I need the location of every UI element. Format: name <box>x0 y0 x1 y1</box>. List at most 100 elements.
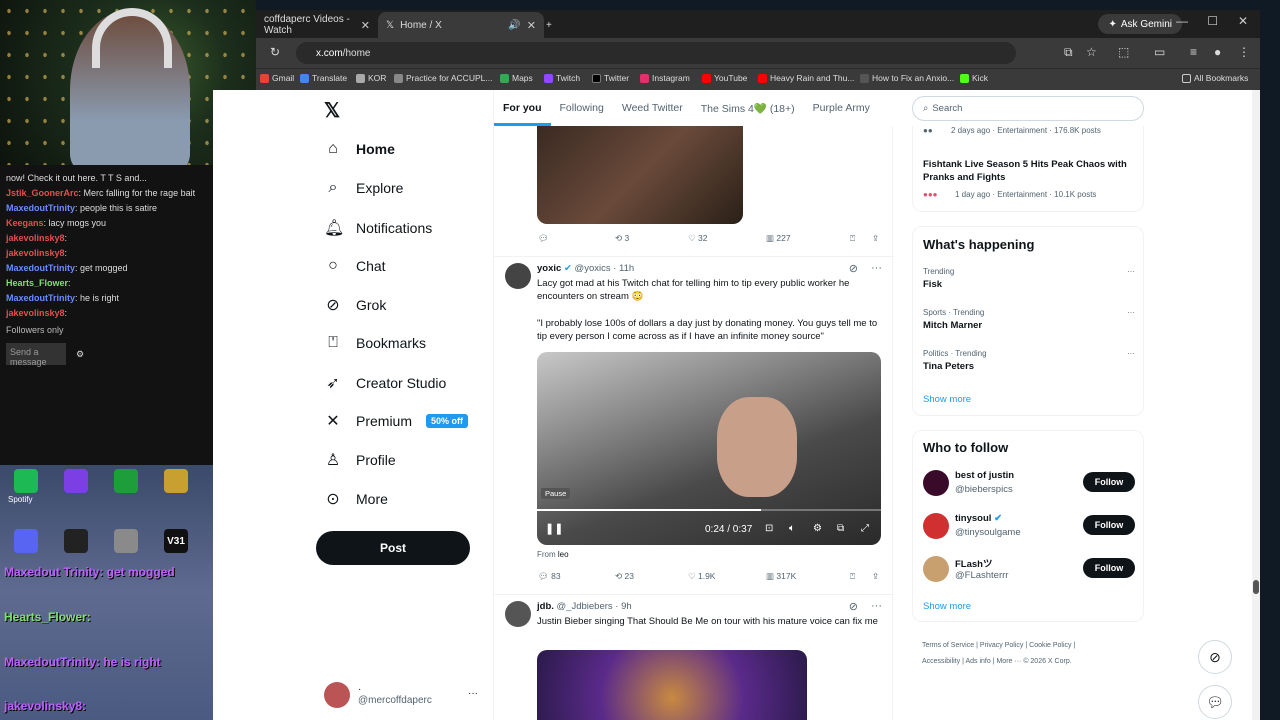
x-logo-icon[interactable]: 𝕏 <box>324 98 340 123</box>
messages-float-button[interactable]: 💬︎ <box>1198 685 1232 719</box>
tab-weed-twitter[interactable]: Weed Twitter <box>613 90 692 126</box>
fullscreen-icon[interactable]: ⤢ <box>861 523 869 534</box>
close-icon[interactable]: ✕ <box>527 19 536 32</box>
minimize-icon[interactable]: — <box>1176 14 1188 28</box>
footer-link[interactable]: Privacy Policy <box>980 642 1024 649</box>
more-dots-icon[interactable]: ··· <box>1127 267 1135 276</box>
follow-suggestion[interactable]: FLashツ @FLashterrr Follow <box>923 554 1135 584</box>
potential-bid-icon[interactable] <box>114 469 138 493</box>
tab-home-x[interactable]: 𝕏 Home / X 🔊 ✕ <box>378 12 544 38</box>
bookmark-icon[interactable]: ⍞ <box>850 571 855 582</box>
bookmark-instagram[interactable]: Instagram <box>640 73 690 83</box>
nav-premium[interactable]: ✕ Premium 50% off <box>324 411 469 431</box>
url-input[interactable]: x.com/home <box>296 42 1016 64</box>
all-bookmarks[interactable]: All Bookmarks <box>1182 73 1248 83</box>
spotify-icon[interactable] <box>14 469 38 493</box>
footer-link[interactable]: More ··· <box>996 658 1021 665</box>
reload-icon[interactable]: ↻ <box>270 45 280 59</box>
menu-icon[interactable]: ⋮ <box>1238 45 1250 59</box>
new-tab-button[interactable]: + <box>538 12 558 38</box>
pip-icon[interactable]: ⧉ <box>837 523 844 534</box>
from-user-link[interactable]: leo <box>558 550 569 559</box>
tweet-author-name[interactable]: yoxic <box>537 263 561 274</box>
views-count[interactable]: ▥ 227 <box>766 233 791 244</box>
tab-the-sims[interactable]: The Sims 4💚 (18+) <box>692 90 804 126</box>
more-dots-icon[interactable]: ··· <box>468 688 478 699</box>
bookmark-heavy-rain[interactable]: Heavy Rain and Thu... <box>758 73 854 83</box>
bookmark-translate[interactable]: Translate <box>300 73 347 83</box>
follow-button[interactable]: Follow <box>1083 472 1135 492</box>
star-icon[interactable]: ☆ <box>1086 45 1097 59</box>
share-icon[interactable]: ⇪ <box>872 571 879 582</box>
more-dots-icon[interactable]: ··· <box>1127 308 1135 317</box>
footer-link[interactable]: Accessibility <box>922 658 960 665</box>
grok-icon[interactable]: ⊘ <box>849 600 858 613</box>
tweet-author-handle[interactable]: @_Jdbiebers · 9h <box>557 601 632 612</box>
grok-float-button[interactable]: ⊘ <box>1198 640 1232 674</box>
openoffice-icon[interactable] <box>164 469 188 493</box>
nav-grok[interactable]: ⊘ Grok <box>324 295 386 315</box>
reaper-icon[interactable] <box>114 529 138 553</box>
sidebar-icon[interactable]: ▭ <box>1154 45 1165 59</box>
settings-icon[interactable]: ⚙ <box>813 523 822 534</box>
nav-explore[interactable]: ⌕ Explore <box>324 179 404 197</box>
news-title[interactable]: Fishtank Live Season 5 Hits Peak Chaos w… <box>923 158 1135 184</box>
pause-icon[interactable]: ❚❚ <box>545 522 563 535</box>
nav-creator-studio[interactable]: ➶ Creator Studio <box>324 373 446 393</box>
views-count[interactable]: ▥ 317K <box>766 571 796 582</box>
tab-purple-army[interactable]: Purple Army <box>804 90 879 126</box>
close-icon[interactable]: ✕ <box>361 19 370 32</box>
bookmark-icon[interactable]: ⍞ <box>850 233 855 244</box>
bookmark-gmail[interactable]: Gmail <box>260 73 294 83</box>
tab-for-you[interactable]: For you <box>494 90 551 126</box>
bookmark-maps[interactable]: Maps <box>500 73 533 83</box>
follow-suggestion[interactable]: tinysoul ✔ @tinysoulgame Follow <box>923 511 1135 541</box>
show-more-link[interactable]: Show more <box>923 601 971 612</box>
volume-icon[interactable]: 🔈︎ <box>789 523 795 534</box>
follow-button[interactable]: Follow <box>1083 558 1135 578</box>
tweet-image[interactable] <box>537 126 743 224</box>
account-switcher[interactable]: · @mercoffdaperc ··· <box>324 682 478 708</box>
retweet-button[interactable]: ⟲ 3 <box>615 233 629 244</box>
bookmark-kick[interactable]: Kick <box>960 73 988 83</box>
trend-item[interactable]: Sports · Trending Mitch Marner ··· <box>923 308 1135 331</box>
logitech-icon[interactable] <box>64 529 88 553</box>
bookmark-twitch[interactable]: Twitch <box>544 73 580 83</box>
like-button[interactable]: ♡ 1.9K <box>688 571 715 582</box>
tweet-image[interactable] <box>537 650 807 720</box>
maximize-icon[interactable]: ☐ <box>1207 14 1218 28</box>
gear-icon[interactable]: ⚙ <box>76 349 84 360</box>
ask-gemini-button[interactable]: ✦ Ask Gemini <box>1098 14 1182 34</box>
reply-button[interactable]: 💬︎ 83 <box>538 571 561 582</box>
trend-item[interactable]: Politics · Trending Tina Peters ··· <box>923 349 1135 372</box>
bookmark-twitter[interactable]: Twitter <box>592 73 629 83</box>
reply-icon[interactable]: 💬︎ <box>538 233 549 244</box>
discord-icon[interactable] <box>14 529 38 553</box>
nav-chat[interactable]: ○ Chat <box>324 257 385 275</box>
nav-profile[interactable]: ♙ Profile <box>324 450 396 470</box>
more-dots-icon[interactable]: ··· <box>871 262 882 274</box>
tweet-video[interactable]: Pause ❚❚ 0:24 / 0:37 ⊡ 🔈︎ ⚙ ⧉ ⤢ <box>537 352 881 545</box>
avatar[interactable] <box>505 601 531 627</box>
nav-notifications[interactable]: 🔔︎ Notifications <box>324 218 432 238</box>
footer-link[interactable]: Terms of Service <box>922 642 974 649</box>
captions-icon[interactable]: ⊡ <box>765 523 773 534</box>
v31-icon[interactable]: V31 <box>164 529 188 553</box>
nav-bookmarks[interactable]: ⍞ Bookmarks <box>324 334 426 352</box>
tweet-author-name[interactable]: jdb. <box>537 601 554 612</box>
media-icon[interactable]: ≡ <box>1190 45 1197 59</box>
tweet-author-handle[interactable]: @yoxics · 11h <box>575 263 635 274</box>
nav-home[interactable]: ⌂ Home <box>324 140 395 158</box>
profile-avatar[interactable]: ● <box>1214 45 1221 59</box>
nav-more[interactable]: ⊙ More <box>324 489 388 509</box>
follow-suggestion[interactable]: best of justin @bieberspics Follow <box>923 468 1135 498</box>
elgato-icon[interactable] <box>64 469 88 493</box>
close-window-icon[interactable]: ✕ <box>1238 14 1248 28</box>
tab-coffdaperc[interactable]: coffdaperc Videos - Watch ✕ <box>256 12 378 38</box>
retweet-button[interactable]: ⟲ 23 <box>615 571 634 582</box>
extensions-icon[interactable]: ⬚ <box>1118 45 1129 59</box>
install-icon[interactable]: ⧉ <box>1064 45 1073 60</box>
share-icon[interactable]: ⇪ <box>872 233 879 244</box>
bookmark-accuplacer[interactable]: Practice for ACCUPL... <box>394 73 492 83</box>
more-dots-icon[interactable]: ··· <box>871 600 882 612</box>
